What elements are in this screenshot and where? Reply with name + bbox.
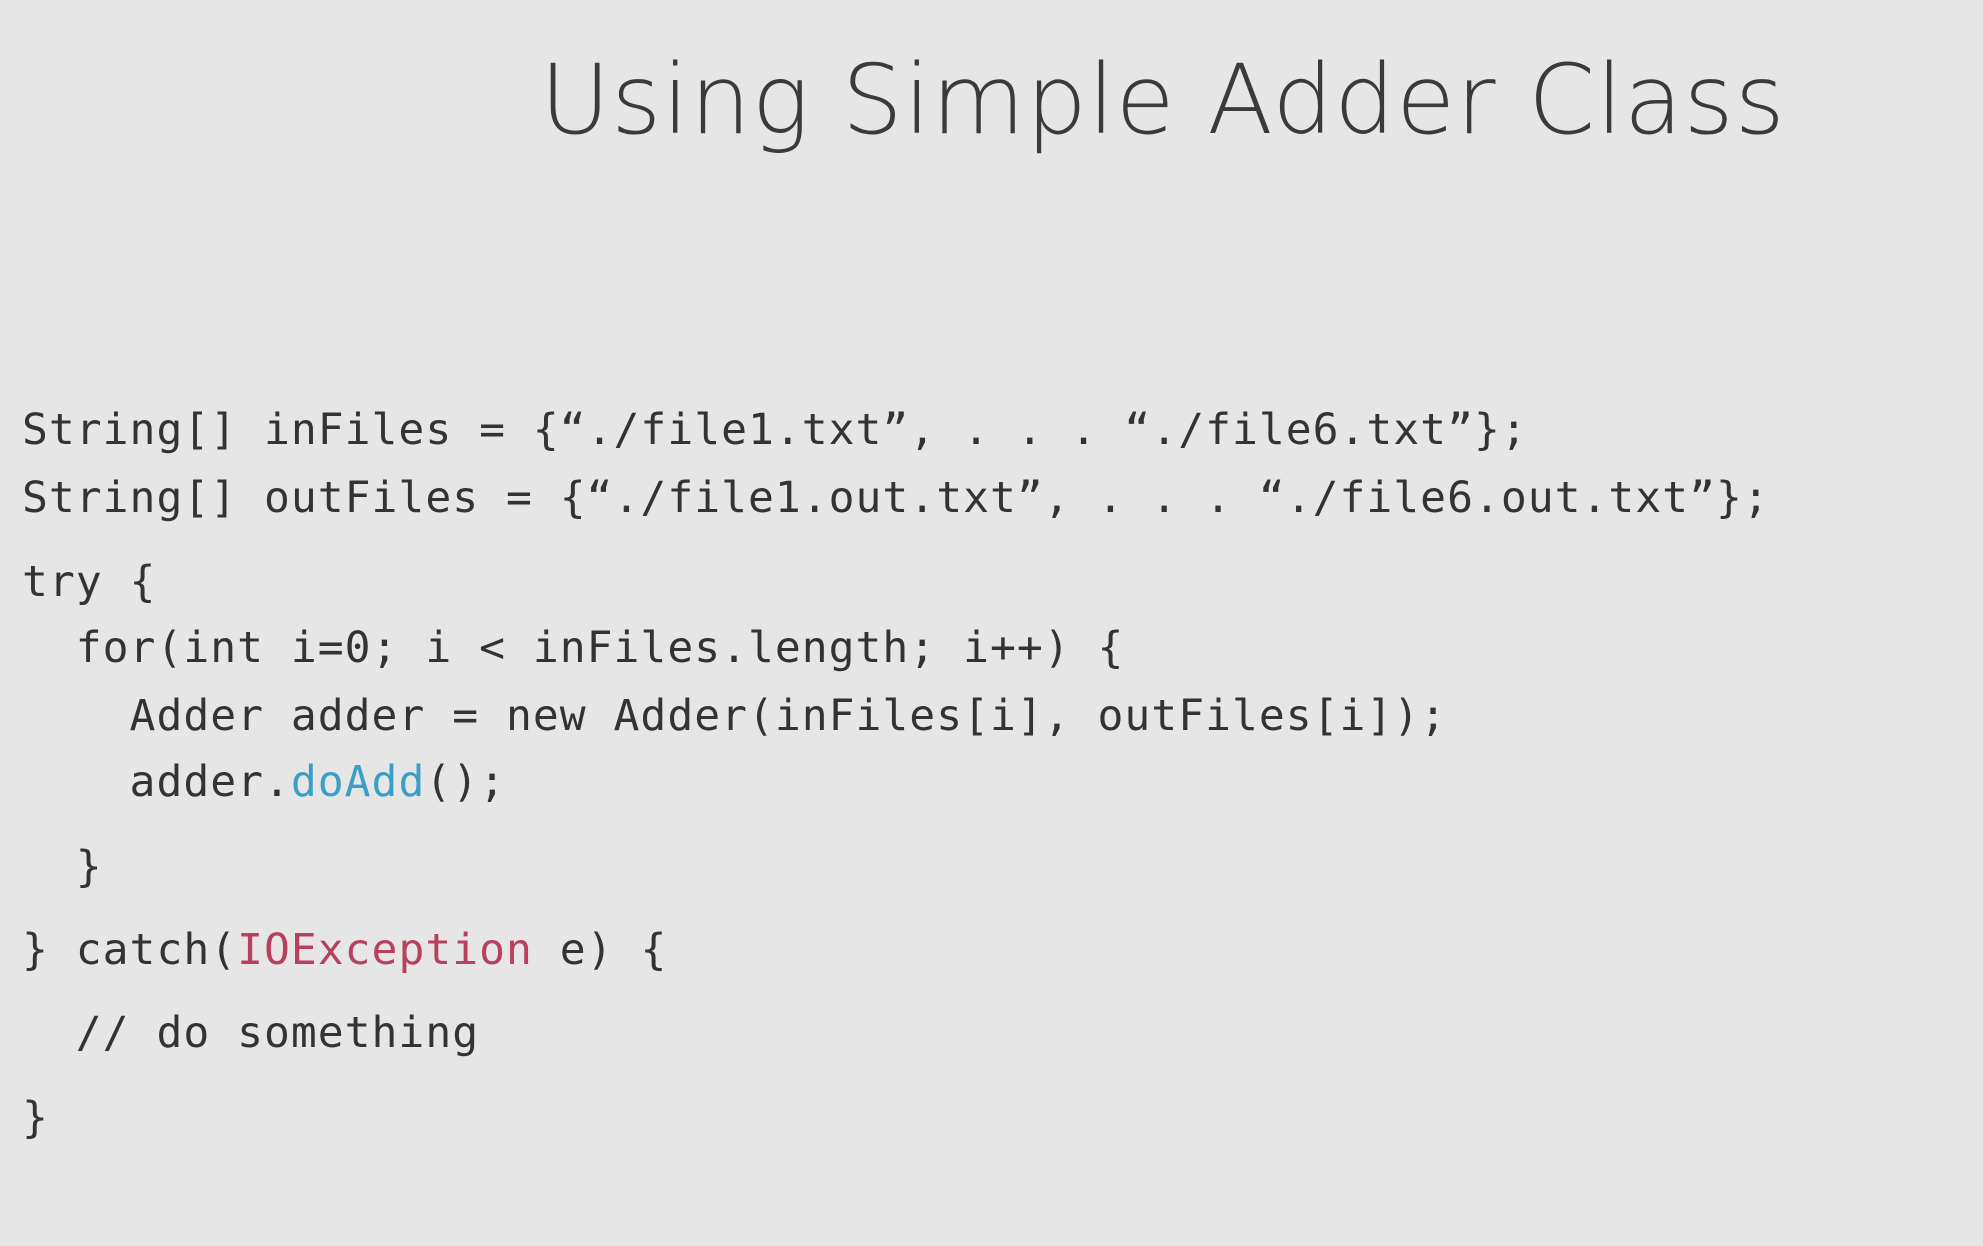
code-line-8: } catch(IOException e) { — [22, 920, 667, 980]
code-line-4: for(int i=0; i < inFiles.length; i++) { — [22, 623, 1125, 673]
method-doadd: doAdd — [290, 757, 426, 807]
type-ioexception: IOException — [237, 925, 533, 975]
code-line-6: adder.doAdd(); — [22, 752, 506, 812]
code-line-6-suffix: (); — [425, 757, 507, 807]
code-line-6-prefix: adder. — [22, 757, 291, 807]
code-line-2: String[] outFiles = {“./file1.out.txt”, … — [22, 473, 1770, 523]
code-line-10: } — [22, 1093, 49, 1143]
slide-title: Using Simple Adder Class — [540, 44, 1786, 156]
code-line-8-prefix: } catch( — [22, 925, 238, 975]
code-line-7: } — [22, 842, 103, 892]
code-line-8-suffix: e) { — [532, 925, 668, 975]
code-line-1: String[] inFiles = {“./file1.txt”, . . .… — [22, 405, 1528, 455]
code-line-9: // do something — [22, 1008, 480, 1058]
code-line-5: Adder adder = new Adder(inFiles[i], outF… — [22, 691, 1448, 741]
slide: Using Simple Adder Class String[] inFile… — [0, 0, 1983, 1246]
code-line-3: try { — [22, 557, 157, 607]
